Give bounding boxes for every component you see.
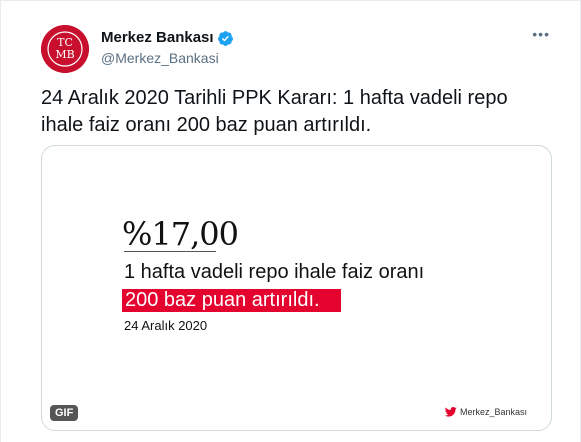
rate-underline (124, 251, 216, 252)
tweet-text: 24 Aralık 2020 Tarihli PPK Kararı: 1 haf… (41, 87, 508, 136)
tcmb-logo-icon: TC MB (41, 25, 89, 73)
tweet-card[interactable]: TC MB Merkez Bankası @Merkez_Bankasi •••… (0, 0, 581, 442)
media-credit: Merkez_Bankası (444, 406, 527, 418)
rate-change-highlight: 200 baz puan artırıldı. (122, 289, 341, 312)
decision-date: 24 Aralık 2020 (124, 318, 208, 333)
avatar[interactable]: TC MB (41, 25, 89, 73)
gif-badge[interactable]: GIF (50, 405, 79, 421)
svg-text:MB: MB (55, 48, 74, 61)
credit-label: Merkez_Bankası (459, 407, 527, 417)
display-name-row[interactable]: Merkez Bankası (101, 28, 234, 48)
rate-description: 1 hafta vadeli repo ihale faiz oranı (124, 261, 425, 283)
handle[interactable]: @Merkez_Bankasi (101, 48, 234, 68)
verified-badge-icon (217, 30, 233, 46)
account-info: Merkez Bankası @Merkez_Bankasi (101, 28, 234, 68)
rate-value: %17,00 (122, 215, 239, 253)
display-name[interactable]: Merkez Bankası (101, 28, 214, 48)
twitter-bird-icon (444, 407, 457, 417)
tweet-media[interactable]: %17,00 1 hafta vadeli repo ihale faiz or… (41, 145, 552, 431)
more-options-icon[interactable]: ••• (532, 27, 550, 41)
